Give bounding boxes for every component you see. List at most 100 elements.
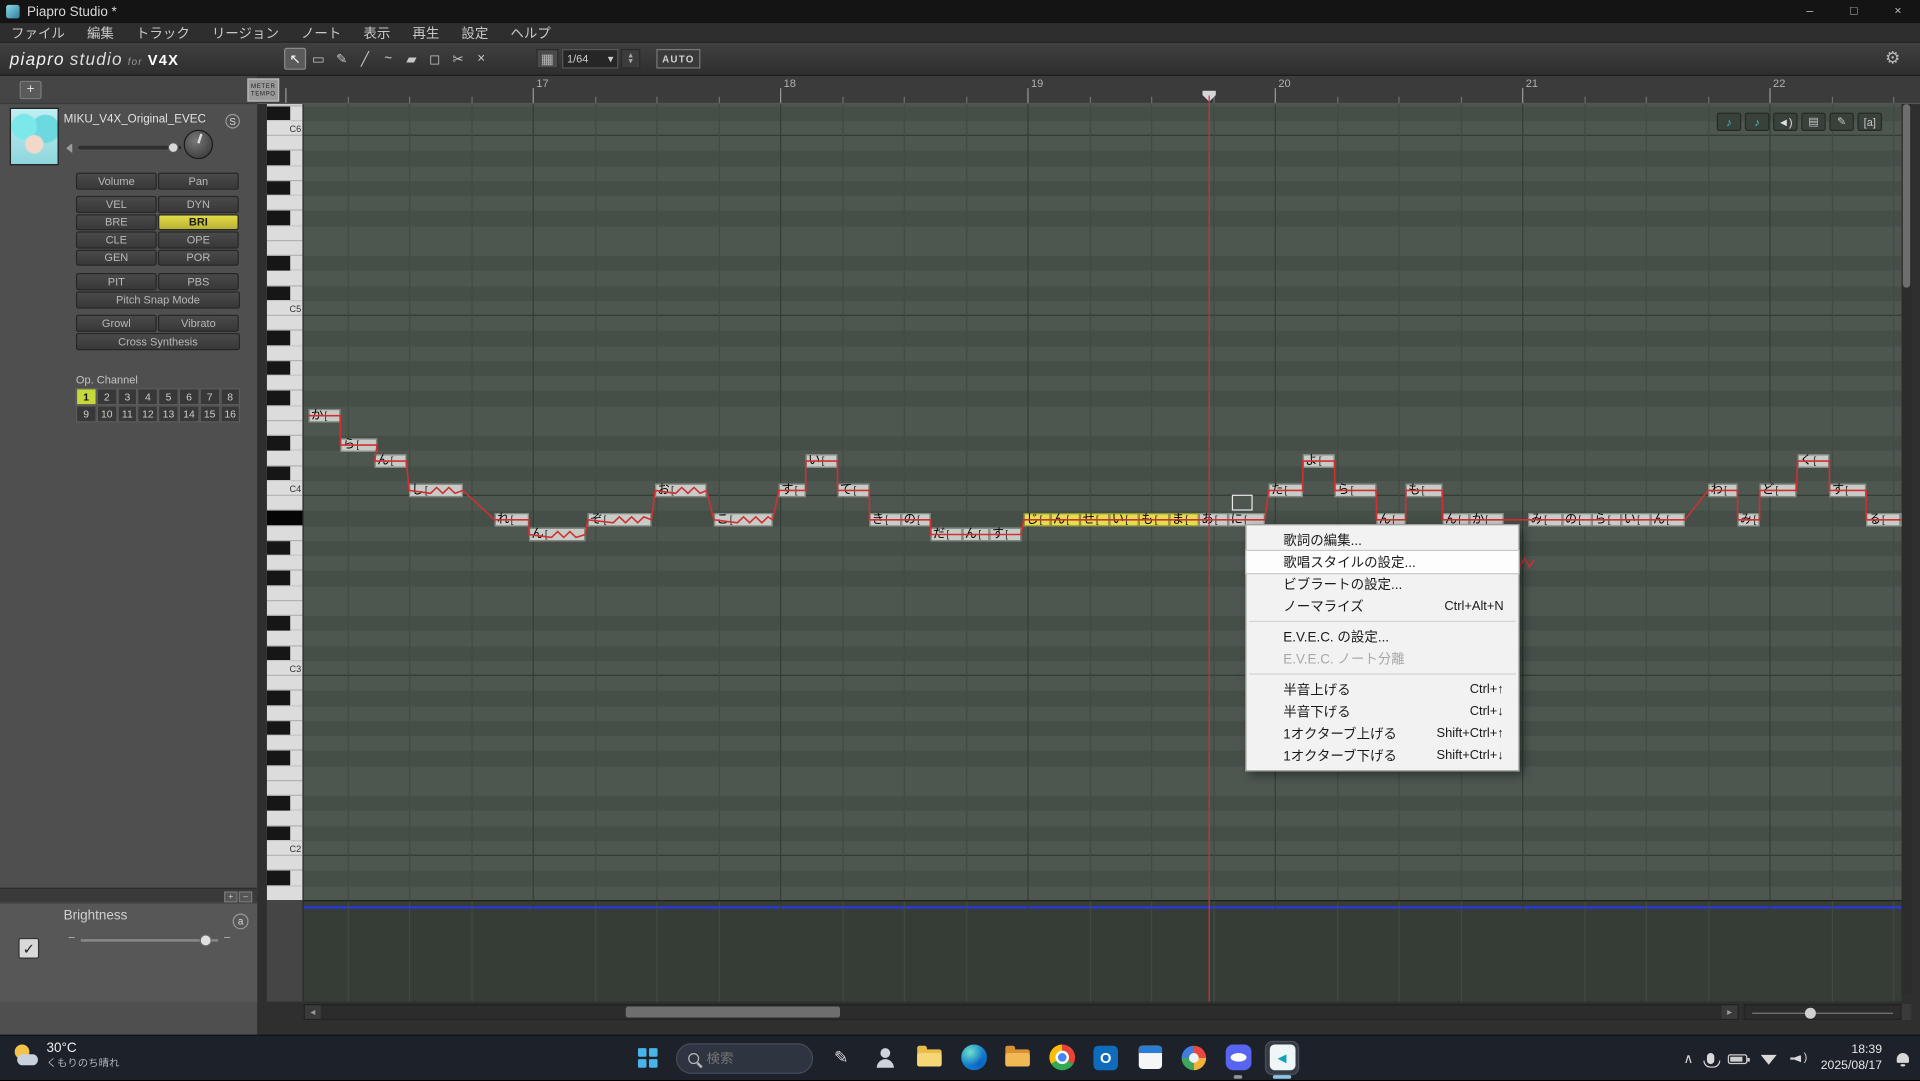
note[interactable]: ん [962, 528, 989, 541]
channel-8[interactable]: 8 [220, 388, 241, 405]
white-key[interactable] [267, 316, 304, 331]
note[interactable]: ら [1335, 484, 1377, 497]
note[interactable]: す [779, 484, 806, 497]
white-key[interactable] [267, 166, 304, 181]
note[interactable]: ん [529, 528, 585, 541]
white-key[interactable]: C5 [267, 301, 304, 316]
white-key[interactable] [267, 886, 304, 900]
keyboard-icon[interactable]: ▤ [1801, 113, 1825, 131]
param-button-bri[interactable]: BRI [158, 214, 239, 231]
white-key[interactable]: C3 [267, 661, 304, 676]
control-lane-badge[interactable]: a [233, 913, 249, 929]
param-button-volume[interactable]: Volume [76, 173, 157, 190]
white-key[interactable] [267, 526, 304, 541]
note[interactable]: い [1621, 513, 1650, 526]
channel-6[interactable]: 6 [179, 388, 200, 405]
white-key[interactable]: C4 [267, 481, 304, 496]
playhead-line[interactable] [1208, 96, 1209, 1002]
note[interactable]: し [409, 484, 463, 497]
black-key[interactable] [267, 571, 304, 586]
eraser-tool-icon[interactable]: ◻ [424, 48, 446, 70]
note[interactable]: ん [1051, 513, 1080, 526]
white-key[interactable] [267, 601, 304, 616]
note[interactable]: せ [1080, 513, 1109, 526]
channel-10[interactable]: 10 [96, 405, 117, 422]
black-key[interactable] [267, 616, 304, 631]
close-button[interactable]: × [1876, 0, 1920, 23]
black-key[interactable] [267, 721, 304, 736]
white-key[interactable] [267, 766, 304, 781]
param-button-ope[interactable]: OPE [158, 231, 239, 248]
black-key[interactable] [267, 796, 304, 811]
note[interactable]: ん [375, 454, 407, 467]
black-key[interactable] [267, 436, 304, 451]
parameter-lane[interactable] [304, 900, 1902, 1002]
note[interactable]: も [1406, 484, 1443, 497]
pan-knob[interactable] [184, 130, 213, 159]
note-draw-icon[interactable]: ♪ [1745, 113, 1769, 131]
minimize-button[interactable]: – [1788, 0, 1832, 23]
context-menu-item[interactable]: 半音下げるCtrl+↓ [1247, 700, 1519, 722]
note[interactable]: じ [1024, 513, 1051, 526]
black-key[interactable] [267, 256, 304, 271]
explorer-icon[interactable] [913, 1041, 945, 1073]
white-key[interactable] [267, 496, 304, 511]
marquee-tool-icon[interactable]: ▭ [307, 48, 329, 70]
white-key[interactable]: C6 [267, 121, 304, 136]
white-key[interactable] [267, 781, 304, 796]
preview-speaker-icon[interactable]: ◄) [1773, 113, 1797, 131]
pen-input-icon[interactable]: ✎ [825, 1041, 857, 1073]
black-key[interactable] [267, 826, 304, 841]
note[interactable]: く [1798, 454, 1830, 467]
battery-icon[interactable] [1728, 1054, 1748, 1064]
white-key[interactable] [267, 586, 304, 601]
white-key[interactable] [267, 406, 304, 421]
select-tool-icon[interactable]: ↖ [284, 48, 306, 70]
note[interactable]: ら [1592, 513, 1621, 526]
param-button-por[interactable]: POR [158, 249, 239, 266]
wifi-icon[interactable] [1761, 1052, 1777, 1064]
people-icon[interactable] [869, 1041, 901, 1073]
context-menu-item[interactable]: ノーマライズCtrl+Alt+N [1247, 595, 1519, 617]
channel-12[interactable]: 12 [138, 405, 159, 422]
note[interactable]: み [1528, 513, 1562, 526]
white-key[interactable] [267, 556, 304, 571]
context-menu-item[interactable]: 1オクターブ上げるShift+Ctrl+↑ [1247, 722, 1519, 744]
white-key[interactable] [267, 346, 304, 361]
track-name[interactable]: MIKU_V4X_Original_EVEC [64, 113, 223, 126]
snap-value-dropdown[interactable]: 1/64 ▾ [562, 49, 618, 69]
black-key[interactable] [267, 871, 304, 886]
notification-bell-icon[interactable] [1896, 1051, 1911, 1066]
photos-icon[interactable] [1178, 1041, 1210, 1073]
note[interactable]: い [1109, 513, 1138, 526]
channel-4[interactable]: 4 [138, 388, 159, 405]
white-key[interactable] [267, 706, 304, 721]
horizontal-scrollbar[interactable]: ◂ ▸ [304, 1004, 1739, 1020]
menu-item-2[interactable]: 編集 [76, 23, 125, 41]
lane-remove-button[interactable]: – [239, 891, 252, 902]
pitch-snap-mode-button[interactable]: Pitch Snap Mode [76, 291, 240, 308]
note[interactable]: だ [931, 528, 963, 541]
context-menu-item[interactable]: E.V.E.C. の設定... [1247, 626, 1519, 648]
menu-item-1[interactable]: ファイル [0, 23, 76, 41]
black-key[interactable] [267, 286, 304, 301]
lyric-mode-icon[interactable]: [a] [1858, 113, 1882, 131]
note[interactable]: ら [340, 438, 377, 451]
note[interactable]: あ [1199, 513, 1228, 526]
outlook-icon[interactable]: O [1090, 1041, 1122, 1073]
black-key[interactable] [267, 211, 304, 226]
calendar-icon[interactable] [1134, 1041, 1166, 1073]
brightness-slider[interactable] [81, 939, 218, 941]
meter-tempo-box[interactable]: METER TEMPO [247, 78, 279, 101]
snap-spinner[interactable]: ▴▾ [621, 49, 641, 69]
folder-icon[interactable] [1002, 1041, 1034, 1073]
context-menu-item[interactable]: ビブラートの設定... [1247, 573, 1519, 595]
vscroll-handle[interactable] [1903, 104, 1910, 288]
note[interactable]: か [309, 409, 341, 422]
gear-icon[interactable]: ⚙ [1885, 48, 1900, 69]
add-track-button[interactable]: + [20, 81, 42, 99]
menu-item-7[interactable]: 再生 [401, 23, 450, 41]
taskbar-search[interactable] [676, 1043, 813, 1074]
note[interactable]: い [806, 454, 838, 467]
note[interactable]: ん [1651, 513, 1685, 526]
